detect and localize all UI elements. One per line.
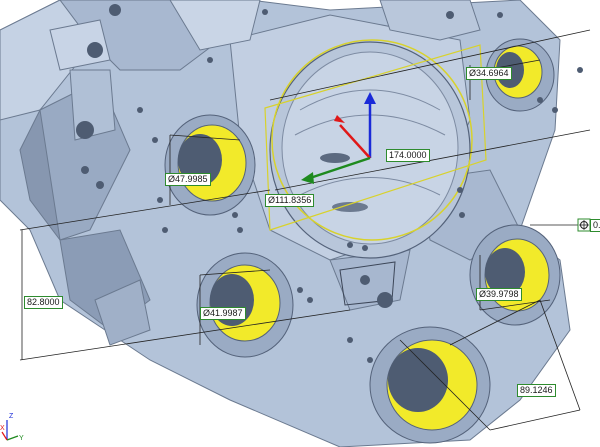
triad-y-letter: Y <box>19 435 24 442</box>
bore-bottom[interactable] <box>369 326 491 444</box>
triad-z-letter: Z <box>9 413 14 420</box>
dimension-label-diameter-47[interactable]: Ø47.9985 <box>165 173 211 186</box>
dimension-label-length-174[interactable]: 174.0000 <box>386 149 430 162</box>
dimension-label-diameter-111[interactable]: Ø111.8356 <box>265 194 315 207</box>
bore-right[interactable] <box>469 224 561 326</box>
bore-lower-left[interactable] <box>196 252 294 358</box>
dimension-label-length-89[interactable]: 89.1246 <box>517 384 556 397</box>
dimension-label-diameter-39[interactable]: Ø39.9798 <box>476 288 522 301</box>
datum-symbol-icon[interactable] <box>577 218 591 232</box>
view-orientation-triad: Z Y X <box>0 413 24 442</box>
triad-x-letter: X <box>0 425 5 432</box>
3d-viewport[interactable]: Z Y X Ø34.6964 Ø111.8356 174.0000 Ø47.99… <box>0 0 600 447</box>
dimension-label-diameter-41[interactable]: Ø41.9987 <box>200 307 246 320</box>
dimension-label-diameter-34[interactable]: Ø34.6964 <box>466 67 512 80</box>
dimension-label-datum-partial[interactable]: 0. <box>590 219 600 232</box>
dimension-label-length-82[interactable]: 82.8000 <box>24 296 63 309</box>
